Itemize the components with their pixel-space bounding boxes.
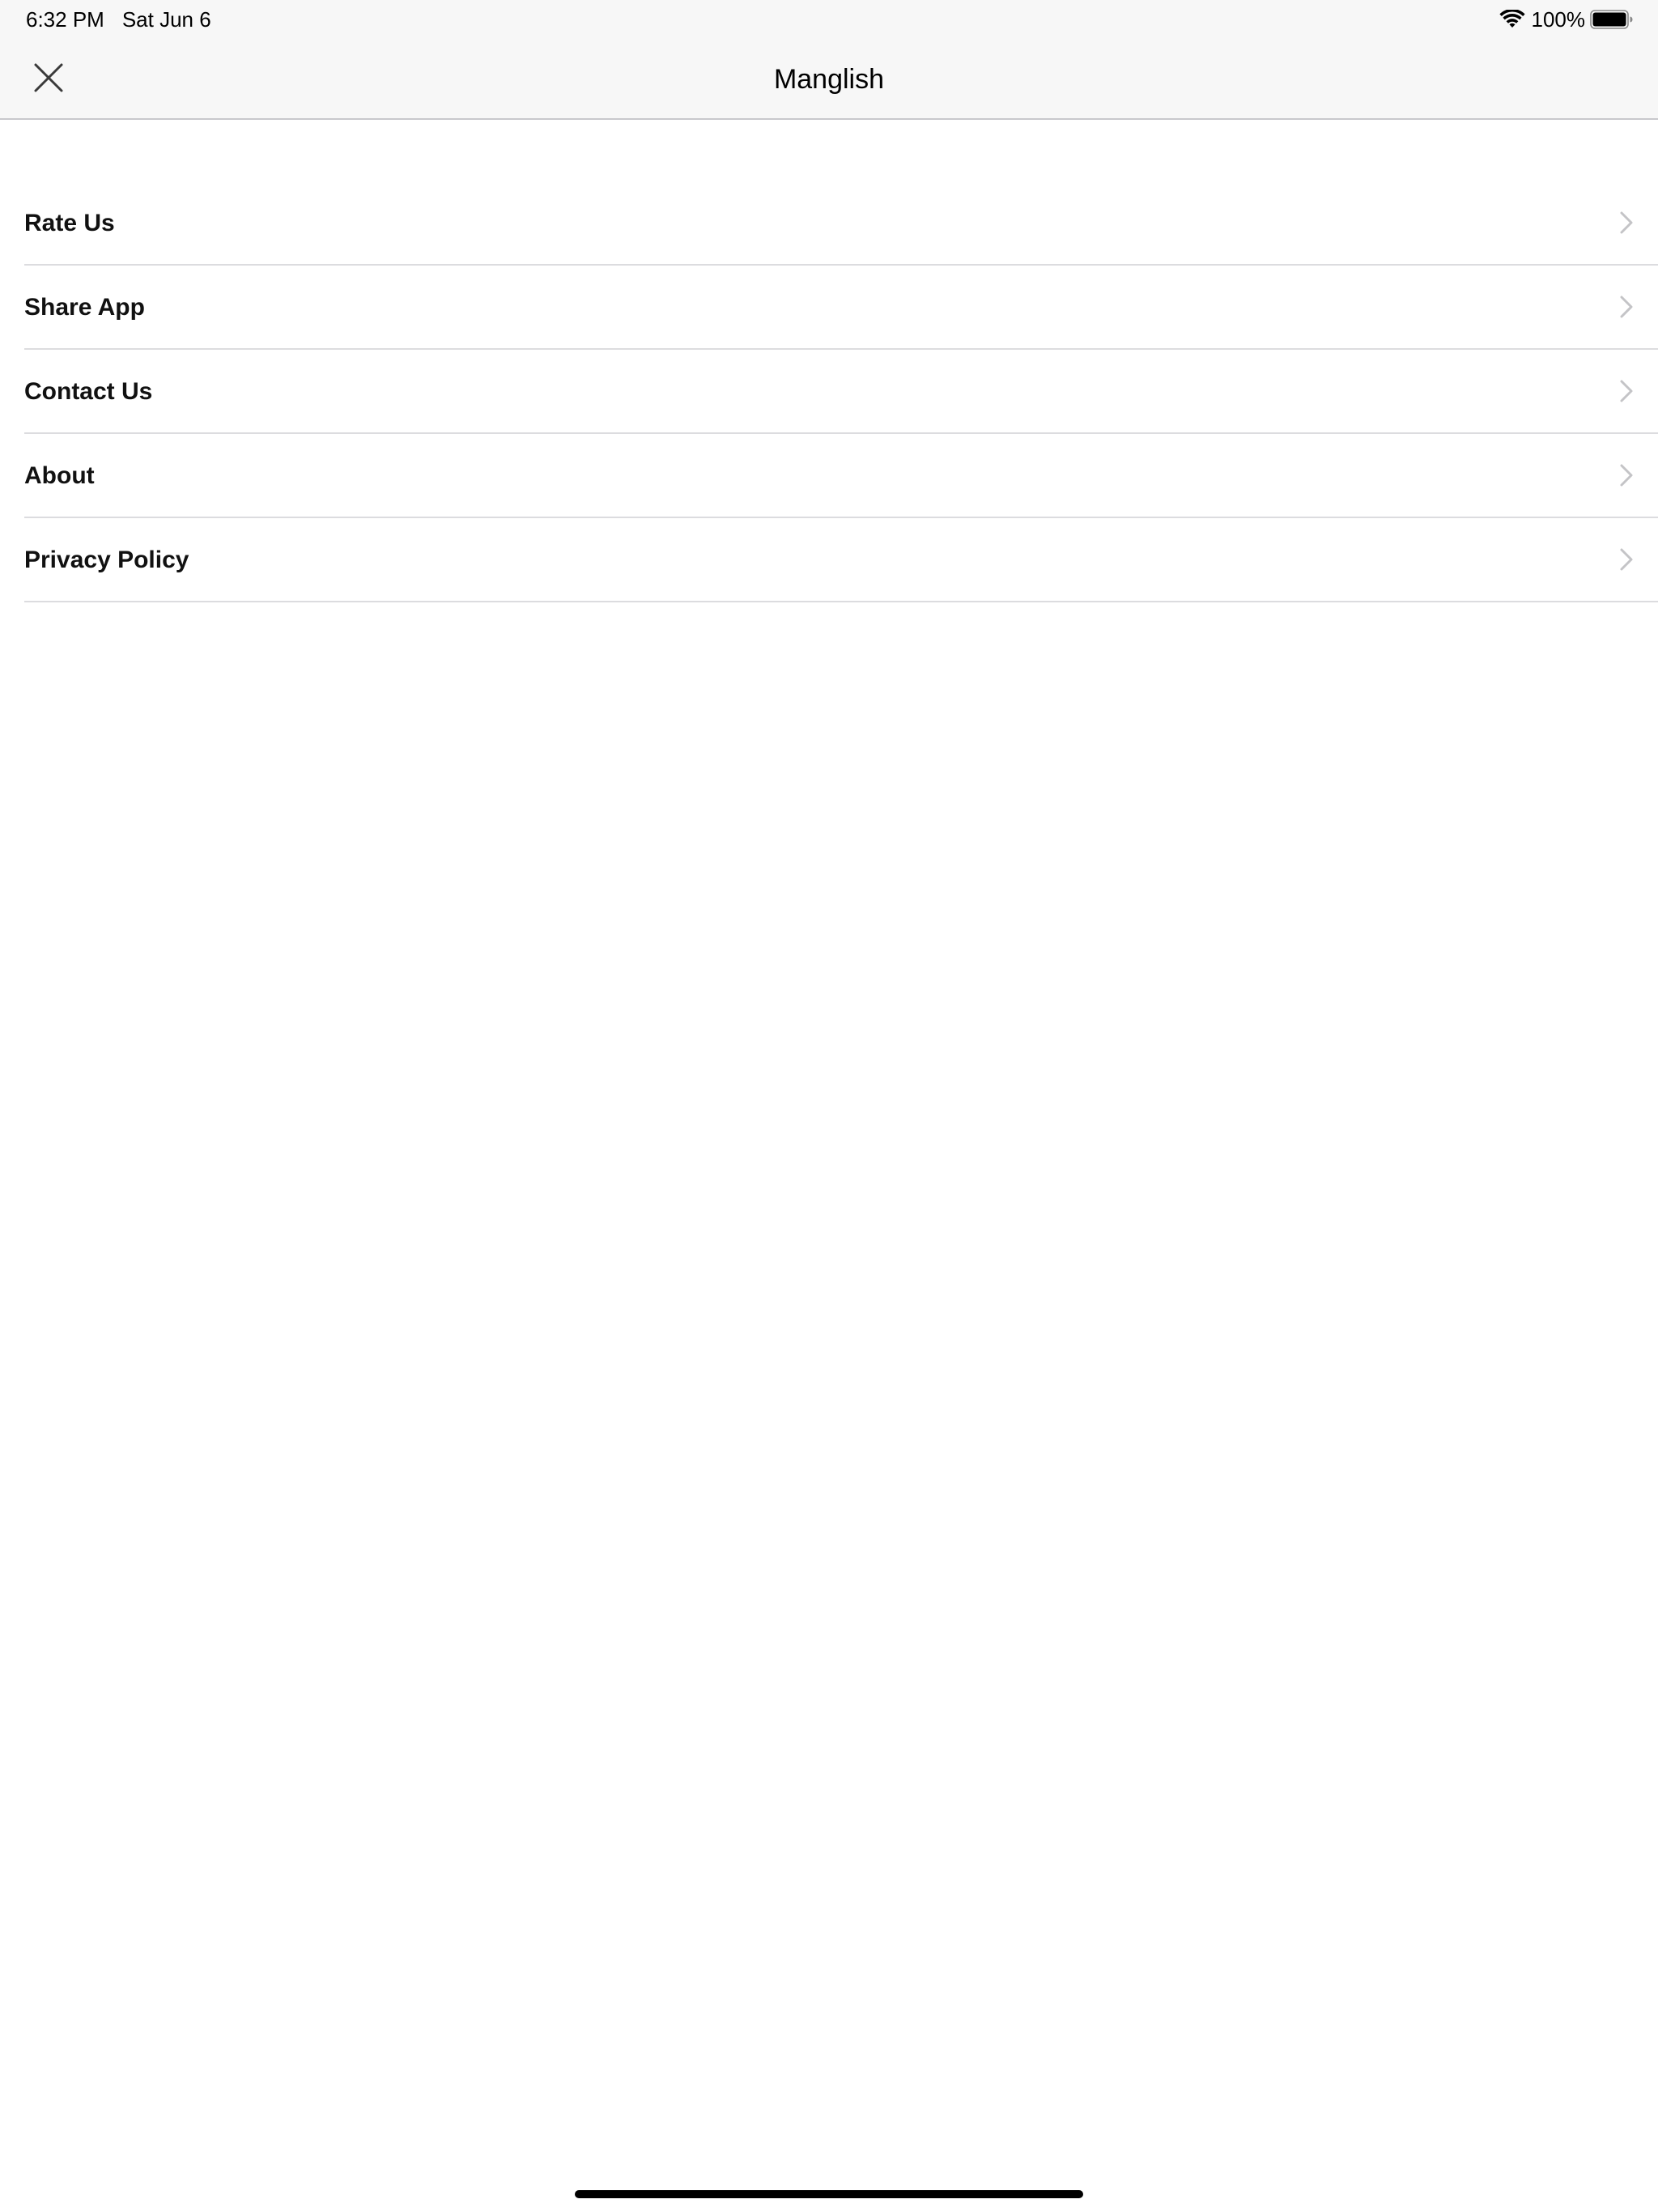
menu-item-privacy-policy[interactable]: Privacy Policy <box>24 518 1658 602</box>
home-indicator[interactable] <box>575 2190 1083 2198</box>
chevron-right-icon <box>1620 211 1633 234</box>
wifi-icon <box>1499 10 1525 28</box>
battery-icon <box>1590 10 1633 29</box>
chevron-right-icon <box>1620 464 1633 487</box>
menu-item-rate-us[interactable]: Rate Us <box>24 181 1658 266</box>
menu-item-label: Contact Us <box>24 378 153 405</box>
chevron-right-icon <box>1620 548 1633 571</box>
status-bar-left: 6:32 PM Sat Jun 6 <box>26 5 211 34</box>
menu-item-label: About <box>24 462 95 489</box>
status-bar-right: 100% <box>1499 5 1635 34</box>
menu-item-about[interactable]: About <box>24 434 1658 518</box>
page-title: Manglish <box>773 64 885 95</box>
menu-item-label: Share App <box>24 294 145 321</box>
settings-menu-list: Rate Us Share App Contact Us About Priva… <box>0 181 1658 602</box>
menu-item-label: Privacy Policy <box>24 547 189 573</box>
menu-item-share-app[interactable]: Share App <box>24 266 1658 350</box>
status-time: 6:32 PM <box>26 7 104 32</box>
chevron-right-icon <box>1620 296 1633 318</box>
menu-item-contact-us[interactable]: Contact Us <box>24 350 1658 434</box>
chevron-right-icon <box>1620 380 1633 402</box>
top-bar: 6:32 PM Sat Jun 6 100% Manglish <box>0 0 1658 120</box>
status-date: Sat Jun 6 <box>121 7 211 32</box>
menu-item-label: Rate Us <box>24 210 115 236</box>
settings-screen: 6:32 PM Sat Jun 6 100% Manglish Rate Us … <box>0 0 1658 2212</box>
battery-percent: 100% <box>1531 7 1586 32</box>
